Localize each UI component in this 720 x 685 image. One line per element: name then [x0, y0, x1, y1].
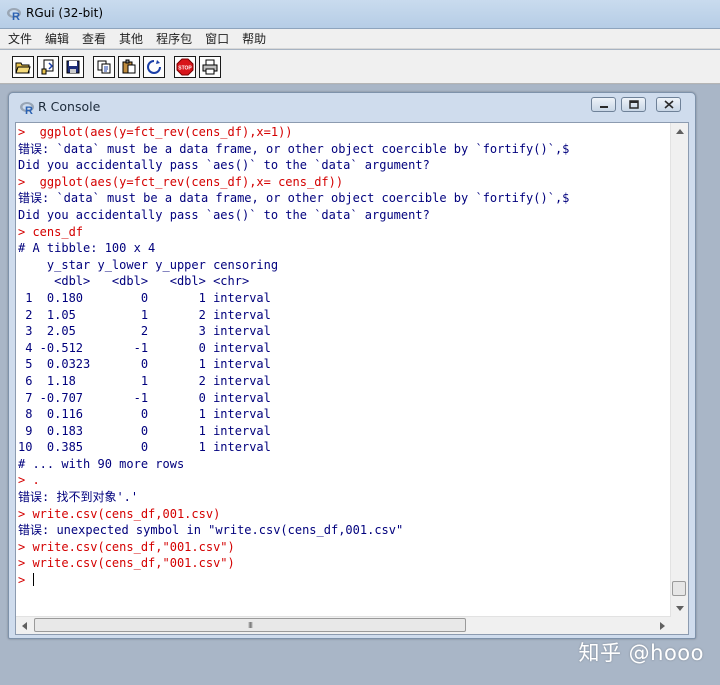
svg-text:R: R — [12, 11, 20, 22]
print-icon — [202, 59, 218, 74]
stop-icon: STOP — [176, 58, 194, 75]
console-line: # ... with 90 more rows — [18, 456, 185, 471]
console-line: 错误: unexpected symbol in "write.csv(cens… — [18, 523, 404, 538]
scroll-up-button[interactable] — [671, 123, 688, 140]
table-row: 10 0.385 0 1 interval — [18, 440, 271, 455]
r-console-window[interactable]: R R Console > ggplot(aes(y=fct_rev(cens_… — [8, 92, 696, 639]
toolbar: STOP — [0, 50, 720, 84]
copy-paste-button[interactable] — [143, 55, 165, 78]
menu-help[interactable]: 帮助 — [242, 30, 266, 47]
console-line: 错误: `data` must be a data frame, or othe… — [18, 141, 570, 156]
copy-button[interactable] — [93, 55, 115, 78]
scroll-grip-icon: III — [247, 620, 253, 630]
horizontal-scrollbar[interactable]: III — [16, 616, 671, 634]
save-workspace-icon — [66, 60, 80, 73]
menu-view[interactable]: 查看 — [82, 30, 106, 47]
menu-packages[interactable]: 程序包 — [156, 30, 192, 47]
restore-button[interactable] — [621, 97, 646, 112]
svg-text:STOP: STOP — [178, 65, 192, 71]
console-title-bar[interactable]: R R Console — [9, 93, 695, 119]
app-title: RGui (32-bit) — [26, 6, 104, 20]
console-line: > write.csv(cens_df,001.csv) — [18, 506, 221, 521]
menu-misc[interactable]: 其他 — [119, 30, 143, 47]
console-line: Did you accidentally pass `aes()` to the… — [18, 207, 430, 222]
vertical-scroll-thumb[interactable] — [672, 581, 686, 596]
console-line: > . — [18, 473, 40, 488]
console-output[interactable]: > ggplot(aes(y=fct_rev(cens_df),x=1)) 错误… — [16, 123, 671, 617]
table-row: 3 2.05 2 3 interval — [18, 324, 271, 339]
table-row: 4 -0.512 -1 0 interval — [18, 340, 271, 355]
r-logo-icon: R — [6, 6, 22, 26]
scroll-left-button[interactable] — [16, 617, 33, 634]
table-row: 5 0.0323 0 1 interval — [18, 357, 271, 372]
console-line: > write.csv(cens_df,"001.csv") — [18, 556, 235, 571]
load-workspace-button[interactable] — [37, 55, 59, 78]
console-line: Did you accidentally pass `aes()` to the… — [18, 158, 430, 173]
save-workspace-button[interactable] — [62, 55, 84, 78]
stop-button[interactable]: STOP — [174, 55, 196, 78]
copy-paste-icon — [147, 59, 161, 74]
console-prompt-line[interactable]: > — [18, 572, 671, 589]
console-title: R Console — [38, 99, 101, 114]
open-script-icon — [15, 62, 31, 73]
console-line: > ggplot(aes(y=fct_rev(cens_df),x=1)) — [18, 125, 293, 139]
scroll-right-button[interactable] — [654, 617, 671, 634]
scroll-down-button[interactable] — [671, 600, 688, 617]
open-script-button[interactable] — [12, 55, 34, 78]
console-line: 错误: `data` must be a data frame, or othe… — [18, 191, 570, 206]
close-icon — [657, 98, 680, 111]
app-title-bar[interactable]: R RGui (32-bit) — [0, 0, 720, 29]
console-client[interactable]: > ggplot(aes(y=fct_rev(cens_df),x=1)) 错误… — [15, 122, 689, 635]
arrow-down-icon — [675, 606, 684, 611]
table-row: 9 0.183 0 1 interval — [18, 423, 271, 438]
arrow-up-icon — [675, 129, 684, 134]
svg-text:R: R — [25, 105, 33, 115]
watermark: 知乎 @hooo — [578, 641, 704, 665]
table-row: 6 1.18 1 2 interval — [18, 373, 271, 388]
close-button[interactable] — [656, 97, 681, 112]
console-line: > ggplot(aes(y=fct_rev(cens_df),x= cens_… — [18, 174, 344, 189]
text-cursor — [33, 573, 35, 587]
paste-icon — [122, 59, 136, 73]
menu-bar: 文件 编辑 查看 其他 程序包 窗口 帮助 — [0, 29, 720, 49]
arrow-left-icon — [22, 621, 27, 630]
arrow-right-icon — [660, 621, 665, 630]
table-row: 7 -0.707 -1 0 interval — [18, 390, 271, 405]
table-row: 1 0.180 0 1 interval — [18, 290, 271, 305]
menu-file[interactable]: 文件 — [8, 30, 32, 47]
console-line: > write.csv(cens_df,"001.csv") — [18, 539, 235, 554]
load-workspace-icon — [41, 59, 54, 74]
horizontal-scroll-thumb[interactable]: III — [34, 618, 466, 632]
paste-button[interactable] — [118, 55, 140, 78]
console-prompt: > — [18, 573, 33, 588]
scrollbar-corner — [671, 617, 688, 634]
console-line: # A tibble: 100 x 4 — [18, 241, 156, 256]
console-line: y_star y_lower y_upper censoring — [18, 257, 279, 272]
console-line: > cens_df — [18, 224, 84, 239]
console-line: <dbl> <dbl> <dbl> <chr> — [18, 274, 250, 289]
table-row: 8 0.116 0 1 interval — [18, 407, 271, 422]
table-row: 2 1.05 1 2 interval — [18, 307, 271, 322]
restore-icon — [622, 98, 645, 111]
minimize-icon — [592, 98, 615, 111]
vertical-scrollbar[interactable] — [670, 123, 688, 617]
r-console-logo-icon: R — [19, 100, 35, 119]
mdi-workspace: R R Console > ggplot(aes(y=fct_rev(cens_… — [0, 85, 720, 685]
print-button[interactable] — [199, 55, 221, 78]
menu-edit[interactable]: 编辑 — [45, 30, 69, 47]
minimize-button[interactable] — [591, 97, 616, 112]
copy-icon — [97, 60, 111, 73]
console-line: 错误: 找不到对象'.' — [18, 490, 139, 505]
menu-windows[interactable]: 窗口 — [205, 30, 229, 47]
